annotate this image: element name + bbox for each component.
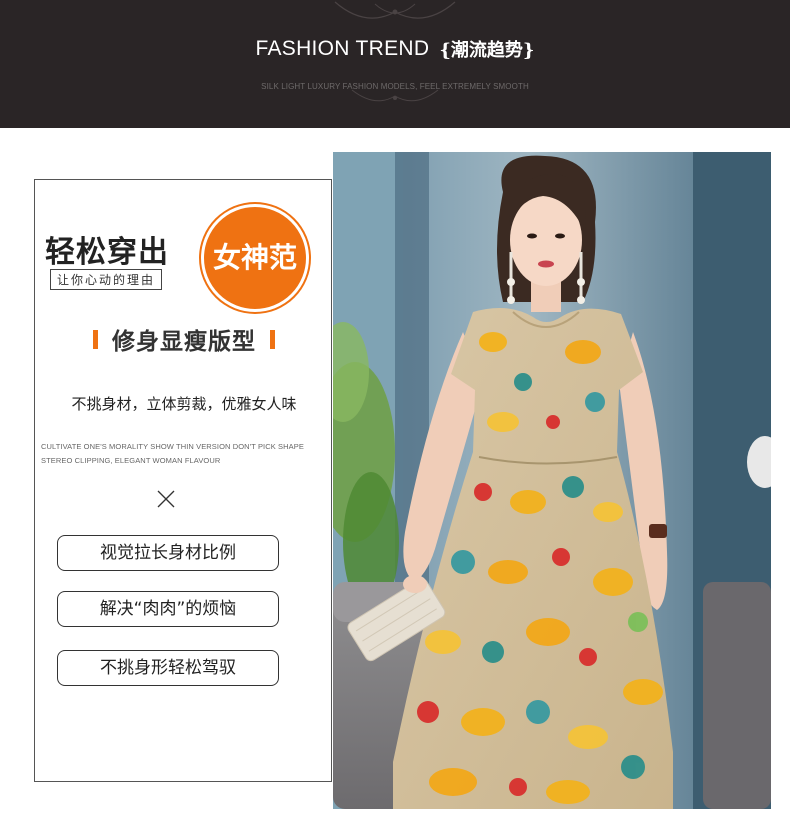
header-banner: FASHION TREND {潮流趋势} SILK LIGHT LUXURY FA… [0,0,790,128]
feature-pill-3: 不挑身形轻松驾驭 [57,650,279,686]
tagline-box: 让你心动的理由 [50,269,163,290]
feature-title-row: 修身显瘦版型 [35,322,333,356]
header-ornament-icon [334,1,456,19]
feature-pill-2: 解决“肉肉”的烦恼 [57,591,279,627]
header-flourish-icon [351,89,439,102]
header-title-cn: {潮流趋势} [439,40,535,61]
orange-bar-left [93,329,98,349]
model-dress-illustration [333,152,771,809]
goddess-badge: 女神范 [201,204,309,312]
feature-card: 轻松穿出 让你心动的理由 女神范 修身显瘦版型 不挑身材，立体剪裁，优雅女人味 … [34,179,332,782]
headline: 轻松穿出 [45,235,169,270]
times-icon [157,490,175,508]
description-en: CULTIVATE ONE'S MORALITY SHOW THIN VERSI… [41,442,304,465]
product-photo [333,152,771,809]
header-title-en: FASHION TREND [255,37,430,60]
description-cn: 不挑身材，立体剪裁，优雅女人味 [71,395,297,413]
feature-title: 修身显瘦版型 [112,329,256,355]
badge-text: 女神范 [212,241,297,274]
header-title: FASHION TREND {潮流趋势} [0,36,790,62]
orange-bar-right [270,329,275,349]
feature-pill-1: 视觉拉长身材比例 [57,535,279,571]
